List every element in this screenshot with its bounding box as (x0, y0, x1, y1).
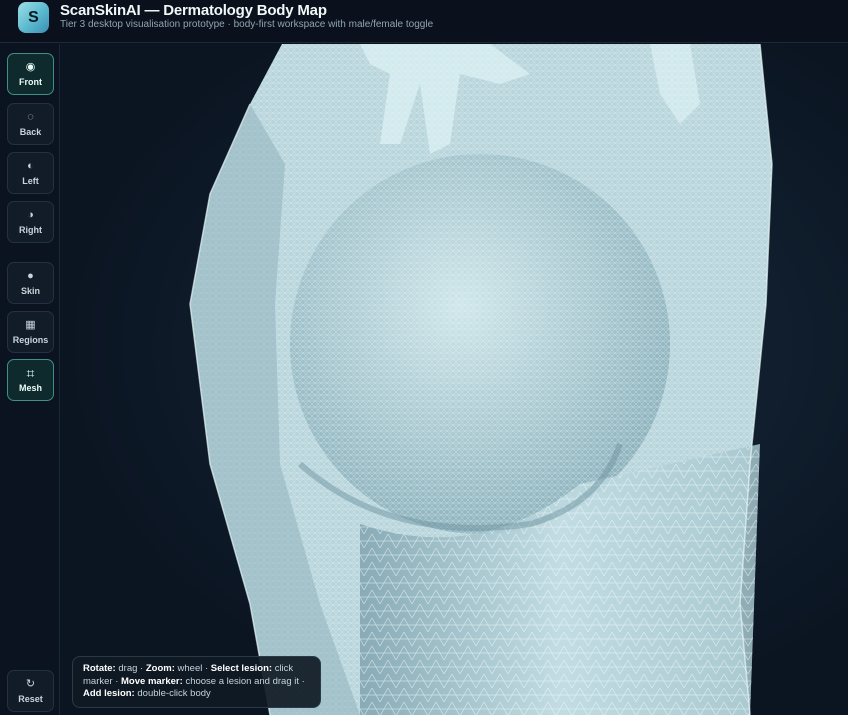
layer-mesh-label: Mesh (18, 383, 42, 393)
front-view-icon: ◉ (25, 61, 36, 73)
view-left-button[interactable]: ◐ Left (7, 152, 54, 194)
right-view-icon: ◑ (27, 209, 34, 221)
view-right-button[interactable]: ◑ Right (7, 201, 54, 243)
body-3d-viewport[interactable] (60, 44, 848, 715)
help-separator: · (204, 663, 209, 674)
left-view-icon: ◐ (27, 160, 34, 172)
help-separator: · (301, 675, 305, 687)
layer-mesh-button[interactable]: ⌗ Mesh (7, 359, 54, 401)
back-view-icon: ◌ (27, 111, 34, 123)
view-right-label: Right (19, 225, 42, 235)
reset-button[interactable]: ↻ Reset (7, 670, 54, 712)
help-separator: · (140, 663, 144, 674)
layer-skin-label: Skin (20, 286, 40, 296)
view-front-button[interactable]: ◉ Front (7, 53, 54, 95)
app-header: S ScanSkinAI — Dermatology Body Map Tier… (0, 0, 848, 43)
logo-letter: S (28, 8, 39, 26)
app-title: ScanSkinAI — Dermatology Body Map (60, 2, 327, 19)
layer-regions-button[interactable]: ▦ Regions (7, 311, 54, 353)
reset-icon: ↻ (25, 678, 36, 690)
help-select-key: Select lesion: (210, 663, 273, 674)
help-move-key: Move marker: (121, 675, 183, 687)
view-back-button[interactable]: ◌ Back (7, 103, 54, 145)
layer-regions-label: Regions (12, 335, 49, 345)
help-zoom-val: wheel (177, 663, 203, 674)
layer-skin-button[interactable]: ● Skin (7, 262, 54, 304)
mesh-icon: ⌗ (26, 365, 35, 381)
app-subtitle: Tier 3 desktop visualisation prototype ·… (60, 19, 434, 30)
body-mesh-render[interactable] (60, 44, 848, 715)
reset-label: Reset (18, 694, 43, 704)
view-front-label: Front (19, 77, 42, 87)
controls-help-panel: Rotate: drag · Zoom: wheel · Select lesi… (72, 656, 321, 708)
view-left-label: Left (22, 176, 39, 186)
help-separator: · (115, 675, 119, 687)
help-zoom-key: Zoom: (145, 663, 175, 674)
view-toolbar: ◉ Front ◌ Back ◐ Left ◑ Right ● Skin ▦ R… (0, 44, 60, 715)
view-back-label: Back (19, 127, 42, 137)
help-rotate-val: drag (118, 663, 138, 674)
app-logo: S (18, 2, 49, 33)
help-add-val: double-click body (137, 688, 211, 699)
skin-icon: ● (27, 270, 34, 282)
help-add-key: Add lesion: (83, 688, 135, 699)
help-rotate-key: Rotate: (83, 663, 116, 674)
regions-icon: ▦ (25, 319, 36, 331)
help-move-val: choose a lesion and drag it (185, 675, 299, 687)
